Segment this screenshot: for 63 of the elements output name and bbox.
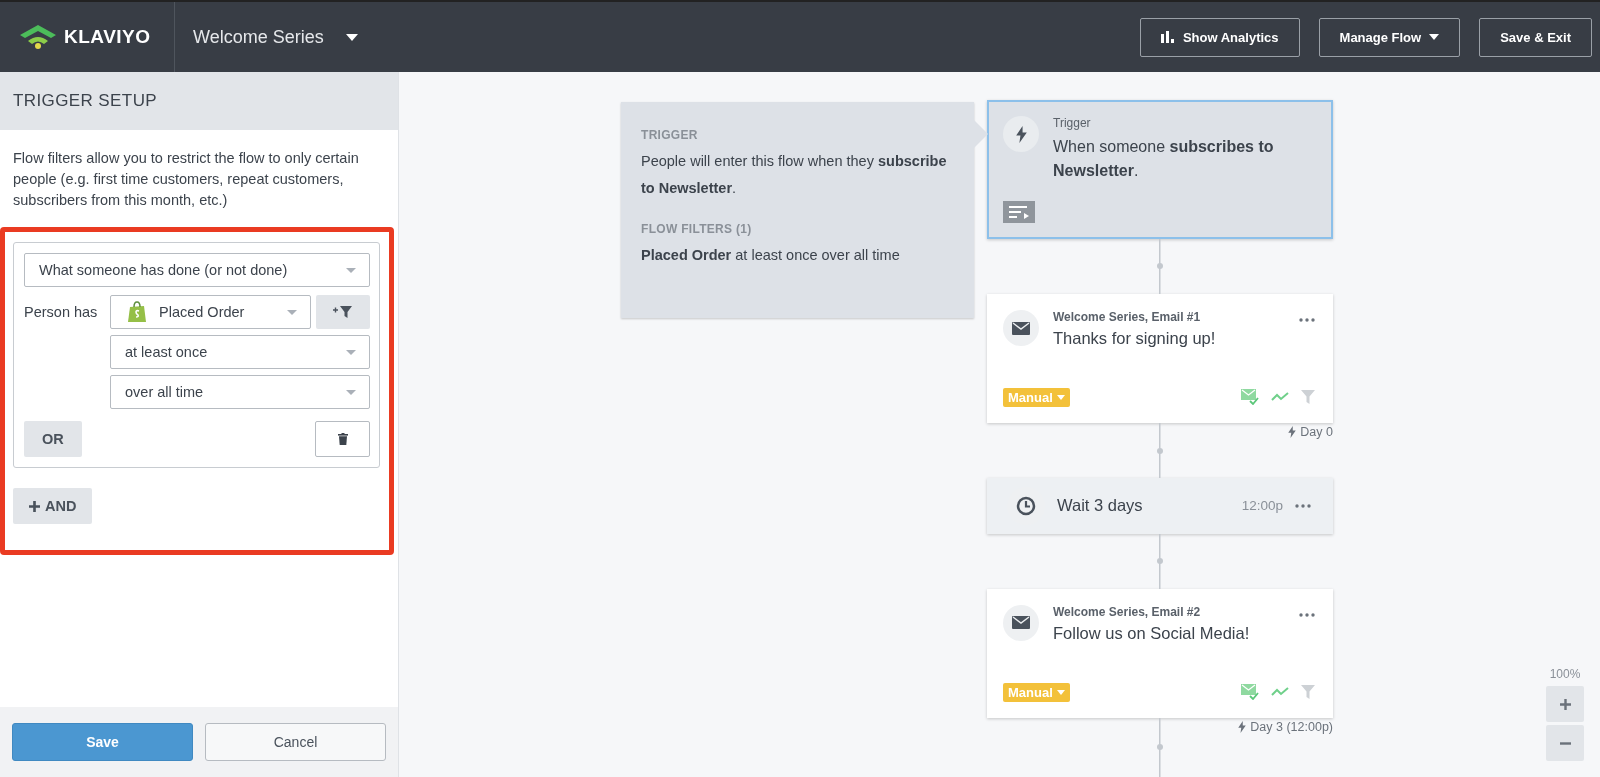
list-icon	[1003, 200, 1035, 223]
filter-icon	[1301, 685, 1315, 700]
timeframe-select[interactable]: over all time	[110, 375, 370, 409]
header-button[interactable]: Manage Flow	[1318, 17, 1461, 57]
email-card[interactable]: Welcome Series, Email #2 Follow us on Social Media! Manual	[987, 588, 1333, 718]
email-name: Welcome Series, Email #1	[1053, 310, 1202, 325]
envelope-check-icon	[1241, 684, 1259, 701]
add-filter-icon	[333, 305, 353, 319]
caret-icon	[345, 33, 358, 41]
lightning-icon	[1003, 116, 1039, 152]
metric-select[interactable]: Placed Order	[110, 295, 311, 329]
shopping-bag-icon	[127, 301, 147, 323]
plus-icon	[1559, 698, 1571, 710]
frequency-select[interactable]: at least once	[110, 335, 370, 369]
flow-filters-description: Placed Order at least once over all time	[641, 246, 901, 265]
envelope-check-icon	[1241, 389, 1259, 406]
more-icon[interactable]	[1299, 318, 1315, 323]
wait-time: 12:00p	[1241, 498, 1283, 514]
zoom-in-button[interactable]	[1546, 686, 1584, 722]
trend-icon	[1271, 687, 1289, 698]
logo-icon	[18, 24, 58, 50]
caret-icon	[1056, 394, 1065, 400]
flow-name-dropdown[interactable]: Welcome Series	[175, 26, 376, 48]
caret-icon	[1429, 34, 1440, 40]
sidebar-title: TRIGGER SETUP	[13, 91, 158, 111]
envelope-icon	[1003, 310, 1039, 347]
caret-icon	[1056, 689, 1065, 695]
logo-text: KLAVIYO	[64, 26, 151, 48]
caret-icon	[287, 309, 297, 315]
more-icon[interactable]	[1299, 612, 1315, 617]
wait-card[interactable]: Wait 3 days 12:00p	[987, 478, 1333, 534]
zoom-level: 100%	[1549, 667, 1581, 681]
plus-icon	[29, 500, 40, 512]
person-has-label: Person has	[24, 303, 99, 322]
header-button[interactable]: Save & Exit	[1479, 17, 1592, 57]
trash-icon	[337, 433, 348, 445]
trigger-heading: TRIGGER	[641, 128, 699, 142]
header-button[interactable]: Show Analytics	[1139, 17, 1300, 57]
trigger-text: When someone subscribes to Newsletter.	[1053, 137, 1275, 181]
trigger-card[interactable]: Trigger When someone subscribes to Newsletter.	[987, 100, 1333, 239]
email-subject: Thanks for signing up!	[1053, 329, 1217, 349]
flow-filters-heading: FLOW FILTERS (1)	[641, 222, 753, 236]
caret-icon	[346, 349, 356, 355]
description-text: Flow filters allow you to restrict the flow to only certain people (e.g. first time customers, repeat customers, subscribers from this month, etc.)	[13, 149, 360, 210]
more-icon[interactable]	[1295, 503, 1311, 508]
trigger-description: People will enter this flow when they subscribe to Newsletter.	[641, 152, 948, 198]
node-label: Trigger	[1053, 116, 1092, 130]
trend-icon	[1271, 392, 1289, 403]
delete-button[interactable]	[315, 421, 370, 457]
email-subject: Follow us on Social Media!	[1053, 623, 1251, 643]
caret-icon	[346, 267, 356, 273]
email-card[interactable]: Welcome Series, Email #1 Thanks for signing up! Manual	[987, 294, 1333, 423]
or-button[interactable]: OR	[24, 421, 82, 457]
condition-select[interactable]: What someone has done (or not done)	[24, 253, 370, 287]
wait-text: Wait 3 days	[1057, 496, 1143, 516]
add-filter-button[interactable]	[316, 295, 370, 329]
and-button[interactable]: AND	[13, 488, 93, 524]
caret-icon	[346, 389, 356, 395]
email-name: Welcome Series, Email #2	[1053, 604, 1202, 619]
envelope-icon	[1003, 604, 1039, 641]
cancel-button[interactable]: Cancel	[205, 723, 386, 761]
filter-icon	[1301, 390, 1315, 405]
bar-chart-icon	[1160, 31, 1175, 43]
